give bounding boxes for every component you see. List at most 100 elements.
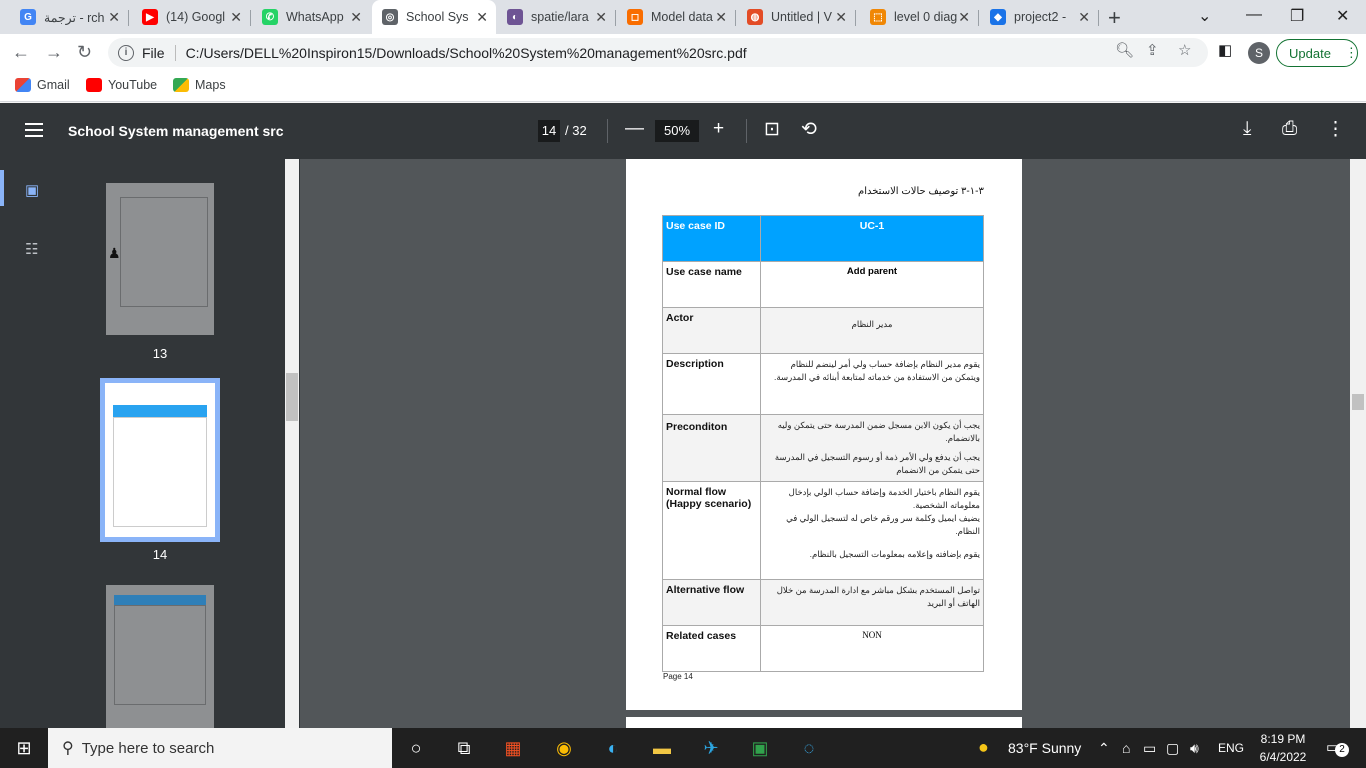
bookmark-label: Maps bbox=[195, 78, 226, 92]
address-bar[interactable]: i File C:/Users/DELL%20Inspiron15/Downlo… bbox=[108, 38, 1208, 67]
tab-close-icon[interactable]: ✕ bbox=[835, 9, 847, 26]
tab-search-icon[interactable]: ⌄ bbox=[1198, 6, 1211, 26]
new-tab-button[interactable]: + bbox=[1108, 5, 1121, 31]
project-icon[interactable]: ▣ bbox=[748, 736, 772, 760]
tab-title: (14) Googl bbox=[166, 10, 226, 24]
update-button[interactable]: Update ⋮ bbox=[1276, 39, 1358, 67]
bookmark-youtube[interactable]: YouTube bbox=[86, 78, 157, 92]
bookmark-gmail[interactable]: Gmail bbox=[15, 78, 70, 92]
language-indicator[interactable]: ENG bbox=[1218, 741, 1244, 755]
share-icon[interactable]: ⇪ bbox=[1146, 41, 1159, 59]
notification-icon[interactable]: ▭ 2 bbox=[1326, 738, 1349, 757]
file-explorer-icon[interactable]: ▬ bbox=[650, 736, 674, 760]
app-icon[interactable]: ◌ bbox=[797, 736, 821, 760]
fit-page-icon[interactable]: ⊡ bbox=[764, 118, 780, 141]
tab-separator bbox=[855, 10, 856, 26]
tray-chevron-icon[interactable]: ⌃ bbox=[1098, 740, 1110, 757]
tab-7[interactable]: ◍ Untitled | V ✕ bbox=[737, 0, 856, 34]
row-label: Use case ID bbox=[662, 215, 761, 262]
info-icon[interactable]: i bbox=[118, 44, 134, 61]
preview-table bbox=[114, 605, 206, 705]
tab-close-icon[interactable]: ✕ bbox=[1078, 9, 1090, 26]
zoom-out-icon[interactable]: — bbox=[625, 118, 644, 140]
tab-6[interactable]: ◻ Model data ✕ bbox=[617, 0, 736, 34]
reload-button[interactable]: ↻ bbox=[77, 42, 92, 63]
weather-icon[interactable]: ● bbox=[978, 737, 989, 758]
tab-close-icon[interactable]: ✕ bbox=[715, 9, 727, 26]
tab-title: ترجمة - rch bbox=[44, 10, 105, 25]
tab-2[interactable]: ▶ (14) Googl ✕ bbox=[132, 0, 251, 34]
download-icon[interactable]: ⤓ bbox=[1243, 118, 1251, 140]
chrome-icon[interactable]: ◉ bbox=[552, 736, 576, 760]
minimize-button[interactable]: — bbox=[1246, 6, 1262, 24]
row-value: تواصل المستخدم بشكل مباشر مع ادارة المدر… bbox=[760, 579, 984, 626]
edge-icon[interactable]: ◐ bbox=[601, 736, 625, 760]
bookmark-star-icon[interactable]: ☆ bbox=[1178, 41, 1191, 59]
volume-icon[interactable]: 🔊︎ bbox=[1190, 740, 1199, 757]
store-icon[interactable]: ▦ bbox=[501, 736, 525, 760]
print-icon[interactable]: ⎙ bbox=[1282, 118, 1297, 140]
thumbnail-page-14[interactable] bbox=[100, 378, 220, 542]
tab-8[interactable]: ⬚ level 0 diag ✕ bbox=[860, 0, 979, 34]
tab-close-icon[interactable]: ✕ bbox=[958, 9, 970, 26]
tab-5[interactable]: ◐ spatie/lara ✕ bbox=[497, 0, 616, 34]
tab-separator bbox=[735, 10, 736, 26]
youtube-icon bbox=[86, 78, 102, 92]
clock-date: 6/4/2022 bbox=[1259, 750, 1307, 764]
tab-close-icon[interactable]: ✕ bbox=[595, 9, 607, 26]
forward-button[interactable]: → bbox=[45, 42, 63, 63]
tab-favicon-icon: ◍ bbox=[747, 9, 763, 25]
thumbnail-page-15[interactable] bbox=[106, 585, 214, 728]
clock[interactable]: 8:19 PM 6/4/2022 bbox=[1258, 732, 1308, 764]
main-scroll-thumb[interactable] bbox=[1352, 394, 1364, 410]
maximize-button[interactable]: ❐ bbox=[1290, 6, 1304, 26]
close-window-button[interactable]: ✕ bbox=[1336, 6, 1349, 26]
section-title: ٣-١-٣ توصيف حالات الاستخدام bbox=[858, 186, 984, 197]
page-number-input[interactable]: 14 bbox=[538, 120, 560, 142]
tab-1[interactable]: G ترجمة - rch ✕ bbox=[10, 0, 129, 34]
tab-separator bbox=[250, 10, 251, 26]
more-options-icon[interactable]: ⋮ bbox=[1326, 118, 1345, 141]
tab-close-icon[interactable]: ✕ bbox=[350, 9, 362, 26]
tab-separator bbox=[1098, 10, 1099, 26]
network-icon[interactable]: ⌂ bbox=[1122, 740, 1130, 756]
bookmarks-bar: Gmail YouTube Maps bbox=[0, 71, 1366, 102]
tab-close-icon[interactable]: ✕ bbox=[476, 9, 488, 26]
telegram-icon[interactable]: ✈ bbox=[699, 736, 723, 760]
zoom-in-icon[interactable]: + bbox=[713, 118, 724, 140]
cortana-icon[interactable]: ○ bbox=[404, 736, 428, 760]
tab-3[interactable]: ✆ WhatsApp ✕ bbox=[252, 0, 370, 34]
tab-close-icon[interactable]: ✕ bbox=[230, 9, 242, 26]
tab-4[interactable]: ◎ School Sys ✕ bbox=[372, 0, 496, 34]
task-view-icon[interactable]: ⧉ bbox=[452, 736, 476, 760]
profile-avatar[interactable]: S bbox=[1248, 42, 1270, 64]
thumbnail-page-13[interactable]: ♟ bbox=[106, 183, 214, 335]
windows-start-icon[interactable]: ⊞ bbox=[12, 736, 36, 760]
back-button[interactable]: ← bbox=[12, 42, 30, 63]
actor-figure-icon: ♟ bbox=[108, 245, 121, 261]
thumbnail-page-preview bbox=[105, 383, 215, 537]
thumbnail-number: 14 bbox=[152, 547, 168, 562]
bookmark-maps[interactable]: Maps bbox=[173, 78, 226, 92]
sidebar-scrollbar[interactable] bbox=[285, 159, 299, 728]
zoom-icon[interactable]: 🔍︎ bbox=[1115, 41, 1134, 59]
tab-separator bbox=[615, 10, 616, 26]
menu-icon[interactable] bbox=[25, 123, 43, 137]
weather-text[interactable]: 83°F Sunny bbox=[1008, 740, 1081, 756]
outline-icon[interactable]: ☷ bbox=[25, 240, 38, 258]
tab-9[interactable]: ◆ project2 - ✕ bbox=[980, 0, 1099, 34]
thumbnails-icon[interactable]: ▣ bbox=[25, 181, 39, 199]
tab-close-icon[interactable]: ✕ bbox=[108, 9, 120, 26]
main-scrollbar[interactable] bbox=[1350, 159, 1366, 728]
battery-icon[interactable]: ▭ bbox=[1143, 740, 1156, 757]
side-panel-icon[interactable]: ◧ bbox=[1218, 41, 1232, 59]
url-text[interactable]: C:/Users/DELL%20Inspiron15/Downloads/Sch… bbox=[186, 45, 747, 61]
taskbar-search[interactable]: ⚲ Type here to search bbox=[48, 728, 392, 768]
tab-separator bbox=[128, 10, 129, 26]
display-icon[interactable]: ▢ bbox=[1166, 740, 1179, 757]
tab-title: WhatsApp bbox=[286, 10, 344, 24]
zoom-input[interactable]: 50% bbox=[655, 120, 699, 142]
rotate-icon[interactable]: ⟲ bbox=[801, 118, 817, 141]
sidebar-scroll-thumb[interactable] bbox=[286, 373, 298, 421]
bullet-text: يقوم النظام باختيار الخدمة وإضافة حساب ا… bbox=[788, 487, 980, 510]
